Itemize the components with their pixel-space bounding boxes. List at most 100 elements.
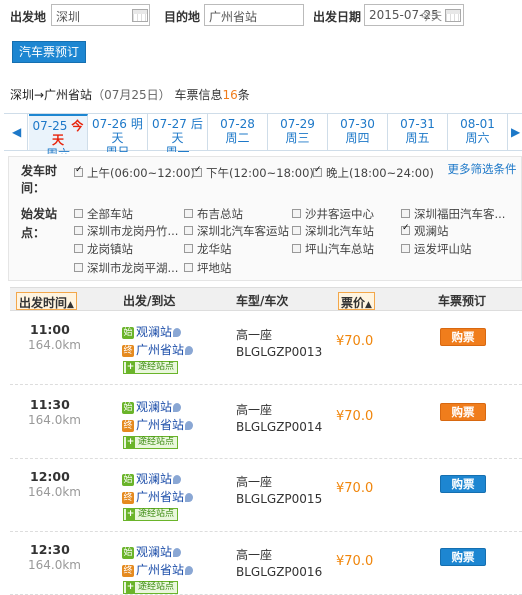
date-tab-07-28[interactable]: 07-28 周二 xyxy=(208,114,268,150)
arrival-station[interactable]: 终广州省站 xyxy=(122,416,194,433)
route-header: 出发/到达 xyxy=(123,294,176,308)
station-filter-label-text: 布吉总站 xyxy=(197,207,243,221)
trip-code: BLGLGZP0015 xyxy=(236,492,323,506)
checkbox[interactable] xyxy=(184,209,193,218)
checkbox[interactable] xyxy=(74,165,83,177)
station-filter-option[interactable]: 龙岗镇站 xyxy=(74,241,133,257)
station-filter-option[interactable]: 观澜站 xyxy=(401,223,449,239)
station-filter-option[interactable]: 运发坪山站 xyxy=(401,241,472,257)
checkbox[interactable] xyxy=(74,209,83,218)
map-pin-icon[interactable] xyxy=(185,493,194,502)
checkbox[interactable] xyxy=(193,165,202,177)
map-pin-icon[interactable] xyxy=(173,475,182,484)
checkbox[interactable] xyxy=(74,244,83,253)
type-header: 车型/车次 xyxy=(236,294,289,308)
station-filter-option[interactable]: 坪地站 xyxy=(184,260,232,276)
departure-station-name: 观澜站 xyxy=(136,545,173,559)
end-icon: 终 xyxy=(122,419,134,432)
station-filter-option[interactable]: 深圳福田汽车客... xyxy=(401,206,505,222)
date-tab-date: 07-25 xyxy=(32,119,68,133)
buy-ticket-button[interactable]: 购票 xyxy=(440,548,486,566)
buy-ticket-button[interactable]: 购票 xyxy=(440,475,486,493)
checkbox[interactable] xyxy=(184,226,193,235)
station-filter-option[interactable]: 深圳市龙岗平湖... xyxy=(74,260,178,276)
station-filter-option[interactable]: 布吉总站 xyxy=(184,206,243,222)
time-filter-option[interactable]: 晚上(18:00~24:00) xyxy=(313,165,434,181)
checkbox[interactable] xyxy=(401,209,410,218)
checkbox[interactable] xyxy=(401,223,410,235)
map-pin-icon[interactable] xyxy=(185,346,194,355)
station-filter-label-text: 深圳北汽车站 xyxy=(305,224,374,238)
checkbox[interactable] xyxy=(184,263,193,272)
date-tab-date: 07-29 xyxy=(280,117,315,131)
time-filter-option[interactable]: 下午(12:00~18:00) xyxy=(193,165,314,181)
checkbox[interactable] xyxy=(401,244,410,253)
map-pin-icon[interactable] xyxy=(173,403,182,412)
station-filter-option[interactable]: 龙华站 xyxy=(184,241,232,257)
date-tab-07-30[interactable]: 07-30 周四 xyxy=(328,114,388,150)
checkbox[interactable] xyxy=(292,209,301,218)
arrival-station-name: 广州省站 xyxy=(136,418,185,432)
date-tab-date: 07-31 xyxy=(400,117,435,131)
trip-code: BLGLGZP0014 xyxy=(236,420,323,434)
checkbox[interactable] xyxy=(292,244,301,253)
to-input[interactable]: 广州省站 xyxy=(204,4,304,26)
date-tab-sub: 周日 xyxy=(105,145,130,152)
date-tab-07-27[interactable]: 07-27 后天 周一 xyxy=(148,114,208,152)
date-next-button[interactable]: ▶ xyxy=(508,114,522,150)
date-tab-07-25[interactable]: 07-25 今天 周六 xyxy=(29,114,88,154)
date-prev-button[interactable]: ◀ xyxy=(4,114,28,150)
via-stops-button[interactable]: 途经站点 xyxy=(123,508,179,521)
book-ticket-button[interactable]: 汽车票预订 xyxy=(12,41,86,63)
result-count: 16 xyxy=(222,88,238,102)
sort-time-button[interactable]: 出发时间▲ xyxy=(16,292,77,310)
date-tab-sub: 周六 xyxy=(45,147,70,154)
arrival-station[interactable]: 终广州省站 xyxy=(122,561,194,578)
station-filter-option[interactable]: 坪山汽车总站 xyxy=(292,241,374,257)
station-filter-option[interactable]: 全部车站 xyxy=(74,206,133,222)
arrival-station[interactable]: 终广州省站 xyxy=(122,488,194,505)
via-stops-button[interactable]: 途经站点 xyxy=(123,581,179,594)
station-filter-option[interactable]: 深圳北汽车客运站 xyxy=(184,223,289,239)
map-pin-icon[interactable] xyxy=(185,566,194,575)
date-tab-07-29[interactable]: 07-29 周三 xyxy=(268,114,328,150)
map-pin-icon[interactable] xyxy=(185,421,194,430)
end-icon: 终 xyxy=(122,564,134,577)
station-filter-option[interactable]: 深圳北汽车站 xyxy=(292,223,374,239)
checkbox[interactable] xyxy=(292,226,301,235)
ticket-price: ¥70.0 xyxy=(336,481,374,496)
station-filter-label-text: 深圳北汽车客运站 xyxy=(197,224,289,238)
departure-station[interactable]: 始观澜站 xyxy=(122,470,182,487)
departure-station[interactable]: 始观澜站 xyxy=(122,323,182,340)
date-tab-07-31[interactable]: 07-31 周五 xyxy=(388,114,448,150)
checkbox[interactable] xyxy=(74,263,83,272)
calendar-icon[interactable] xyxy=(445,9,461,22)
arrival-station-name: 广州省站 xyxy=(136,563,185,577)
station-filter-option[interactable]: 沙井客运中心 xyxy=(292,206,374,222)
date-tab-07-26[interactable]: 07-26 明天 周日 xyxy=(88,114,148,152)
date-tab-date: 07-28 xyxy=(220,117,255,131)
departure-station[interactable]: 始观澜站 xyxy=(122,543,182,560)
checkbox[interactable] xyxy=(184,244,193,253)
buy-ticket-button[interactable]: 购票 xyxy=(440,328,486,346)
map-pin-icon[interactable] xyxy=(173,548,182,557)
via-stops-button[interactable]: 途经站点 xyxy=(123,436,179,449)
checkbox[interactable] xyxy=(74,226,83,235)
checkbox[interactable] xyxy=(313,165,322,177)
table-row: 11:30164.0km 始观澜站终广州省站途经站点 高一座 BLGLGZP0014 ¥… xyxy=(10,387,522,459)
more-filters-link[interactable]: 更多筛选条件 xyxy=(444,162,520,177)
date-label: 出发日期 xyxy=(313,10,362,24)
date-tab-08-01[interactable]: 08-01 周六 xyxy=(448,114,508,150)
time-filter-option[interactable]: 上午(06:00~12:00) xyxy=(74,165,195,181)
sort-price-button[interactable]: 票价▲ xyxy=(338,292,375,310)
station-filter-option[interactable]: 深圳市龙岗丹竹... xyxy=(74,223,178,239)
time-filter-label-text: 下午(12:00~18:00) xyxy=(206,166,314,180)
from-input[interactable]: 深圳 xyxy=(51,4,150,26)
departure-station[interactable]: 始观澜站 xyxy=(122,398,182,415)
date-input[interactable]: 2015-07-25 今天 xyxy=(364,4,464,26)
station-filter-label-text: 坪地站 xyxy=(197,261,232,275)
map-pin-icon[interactable] xyxy=(173,328,182,337)
arrival-station[interactable]: 终广州省站 xyxy=(122,341,194,358)
buy-ticket-button[interactable]: 购票 xyxy=(440,403,486,421)
via-stops-button[interactable]: 途经站点 xyxy=(123,361,179,374)
